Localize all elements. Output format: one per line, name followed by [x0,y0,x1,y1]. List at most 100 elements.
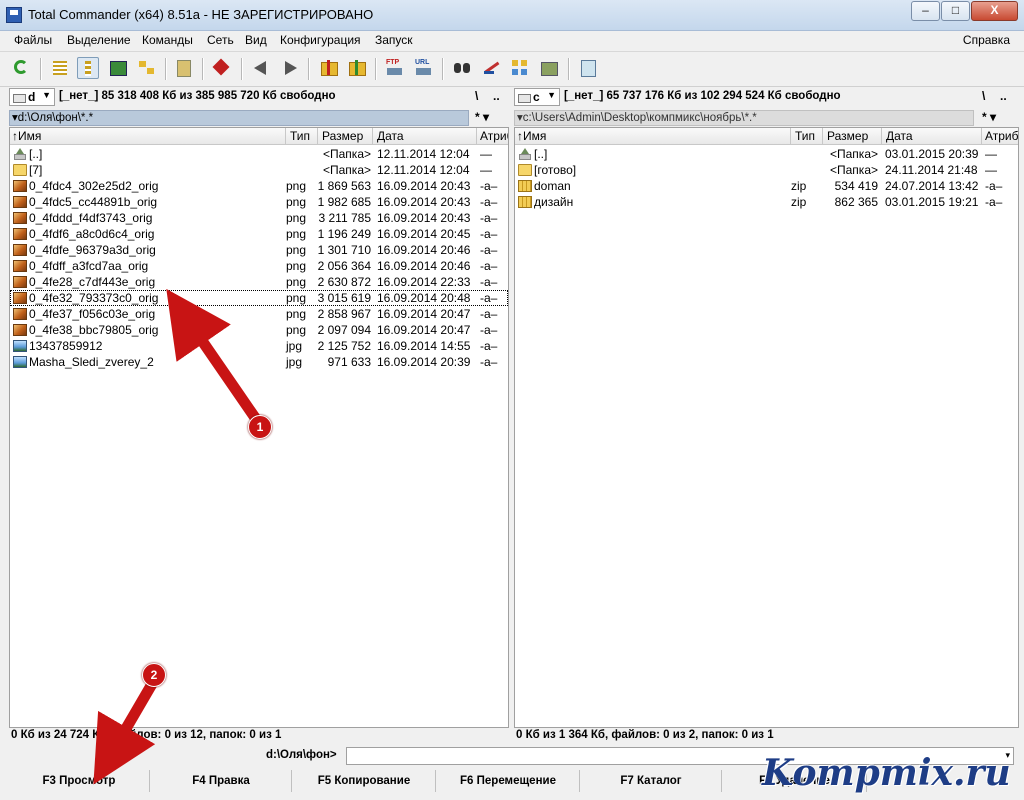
ftp-icon[interactable]: FTP [384,57,406,79]
brief-view-icon[interactable] [49,57,71,79]
rename-icon[interactable] [481,57,503,79]
invert-selection-icon[interactable] [173,57,195,79]
file-row[interactable]: [готово] <Папка> 24.11.2014 21:48 — [515,162,1018,178]
file-row[interactable]: 0_4fdc5_cc44891b_orig png 1 982 685 16.09.2… [10,194,508,210]
maximize-button[interactable]: □ [941,1,970,21]
file-row[interactable]: [7] <Папка> 12.11.2014 12:04 — [10,162,508,178]
file-row[interactable]: 0_4fe37_f056c03e_orig png 2 858 967 16.09.2… [10,306,508,322]
col-attr[interactable]: Атриб [985,129,1018,143]
col-date[interactable]: Дата [377,129,404,143]
file-name: Masha_Sledi_zverey_2 [29,355,154,369]
select-files-icon[interactable] [211,57,233,79]
file-row[interactable]: 0_4fe32_793373c0_orig png 3 015 619 16.09.2… [10,290,508,306]
compare-icon[interactable] [538,57,560,79]
refresh-icon[interactable] [11,57,33,79]
file-row[interactable]: 0_4fdff_a3fcd7aa_orig png 2 056 364 16.09.2… [10,258,508,274]
menu-files[interactable]: Файлы [14,33,52,47]
file-attr: -a– [480,243,498,257]
left-up-button[interactable]: .. [493,89,500,103]
back-icon[interactable] [251,57,273,79]
notepad-icon[interactable] [577,57,599,79]
col-attr[interactable]: Атриб [480,129,508,143]
f3-view-button[interactable]: F3 Просмотр [9,770,150,792]
menu-network[interactable]: Сеть [207,33,234,47]
right-up-button[interactable]: .. [1000,89,1007,103]
col-type[interactable]: Тип [795,129,815,143]
f5-copy-button[interactable]: F5 Копирование [293,770,436,792]
forward-icon[interactable] [279,57,301,79]
menu-commands[interactable]: Команды [142,33,193,47]
left-status: 0 Кб из 24 724 Кб, файлов: 0 из 12, папо… [11,729,282,741]
right-file-panel[interactable]: ↑Имя Тип Размер Дата Атриб [..] <Папка> 03… [514,127,1019,728]
file-row[interactable]: doman zip 534 419 24.07.2014 13:42 -a– [515,178,1018,194]
pack-icon[interactable] [318,57,340,79]
file-row[interactable]: 0_4fdf6_a8c0d6c4_orig png 1 196 249 16.09.2… [10,226,508,242]
full-view-icon[interactable] [77,57,99,79]
app-icon [6,7,22,23]
unpack-icon[interactable] [346,57,368,79]
left-history-button[interactable]: * ▾ [475,110,489,124]
left-path[interactable]: ▾d:\Оля\фон\*.* [9,110,469,126]
file-row[interactable]: дизайн zip 862 365 03.01.2015 19:21 -a– [515,194,1018,210]
zip-file-icon [518,180,532,192]
menu-help[interactable]: Справка [963,33,1010,47]
menu-start[interactable]: Запуск [375,33,413,47]
chevron-down-icon: ▼ [547,90,556,100]
left-file-list: [..] <Папка> 12.11.2014 12:04 — [7] <Папка> 12… [10,146,508,370]
col-type[interactable]: Тип [290,129,310,143]
file-row[interactable]: Masha_Sledi_zverey_2 jpg 971 633 16.09.2014… [10,354,508,370]
file-row[interactable]: 0_4fdc4_302e25d2_orig png 1 869 563 16.09.2… [10,178,508,194]
close-button[interactable]: X [971,1,1018,21]
left-column-header: ↑Имя Тип Размер Дата Атриб [10,128,508,145]
file-attr: -a– [480,195,498,209]
menu-view[interactable]: Вид [245,33,267,47]
file-type: png [286,211,307,225]
col-name[interactable]: ↑Имя [517,129,546,143]
col-name[interactable]: ↑Имя [12,129,41,143]
f6-move-button[interactable]: F6 Перемещение [437,770,580,792]
menu-configuration[interactable]: Конфигурация [280,33,361,47]
col-size[interactable]: Размер [827,129,868,143]
file-attr: -a– [480,291,498,305]
left-root-button[interactable]: \ [475,89,478,103]
file-row[interactable]: [..] <Папка> 12.11.2014 12:04 — [10,146,508,162]
f7-mkdir-button[interactable]: F7 Каталог [581,770,722,792]
file-row[interactable]: [..] <Папка> 03.01.2015 20:39 — [515,146,1018,162]
file-date: 16.09.2014 20:46 [377,259,471,273]
right-history-button[interactable]: * ▾ [982,110,996,124]
left-drive-select[interactable]: d ▼ [9,88,55,106]
file-row[interactable]: 0_4fe28_c7df443e_orig png 2 630 872 16.09.2… [10,274,508,290]
right-root-button[interactable]: \ [982,89,985,103]
thumbnails-icon[interactable] [107,57,129,79]
minimize-button[interactable]: – [911,1,940,21]
find-icon[interactable] [452,57,474,79]
f4-edit-button[interactable]: F4 Правка [151,770,292,792]
tree-view-icon[interactable] [136,57,158,79]
parent-dir-file-icon [518,148,532,160]
file-date: 16.09.2014 14:55 [377,339,471,353]
file-row[interactable]: 0_4fddd_f4df3743_orig png 3 211 785 16.09.2… [10,210,508,226]
file-date: 16.09.2014 20:47 [377,323,471,337]
file-name: 0_4fdc5_cc44891b_orig [29,195,158,209]
file-row[interactable]: 13437859912 jpg 2 125 752 16.09.2014 14:55-… [10,338,508,354]
menu-selection[interactable]: Выделение [67,33,131,47]
file-name: 0_4fddd_f4df3743_orig [29,211,153,225]
file-date: 16.09.2014 22:33 [377,275,471,289]
file-row[interactable]: 0_4fe38_bbc79805_orig png 2 097 094 16.09.2… [10,322,508,338]
file-row[interactable]: 0_4fdfe_96379a3d_orig png 1 301 710 16.09.2… [10,242,508,258]
file-date: 24.11.2014 21:48 [885,163,978,177]
watermark-logo: Kompmix.ru [762,752,1011,794]
url-ftp-icon[interactable]: URL [413,57,435,79]
png-file-icon [13,244,27,256]
file-date: 03.01.2015 20:39 [885,147,979,161]
file-date: 24.07.2014 13:42 [885,179,979,193]
file-size: 1 301 710 [317,243,371,257]
title-bar: Total Commander (x64) 8.51a - НЕ ЗАРЕГИС… [0,0,1024,31]
right-path[interactable]: ▾c:\Users\Admin\Desktop\компмикс\ноябрь\… [514,110,974,126]
sync-icon[interactable] [509,57,531,79]
col-date[interactable]: Дата [886,129,913,143]
col-size[interactable]: Размер [322,129,363,143]
right-drive-select[interactable]: c ▼ [514,88,560,106]
jpg-file-icon [13,340,27,352]
file-type: png [286,243,307,257]
